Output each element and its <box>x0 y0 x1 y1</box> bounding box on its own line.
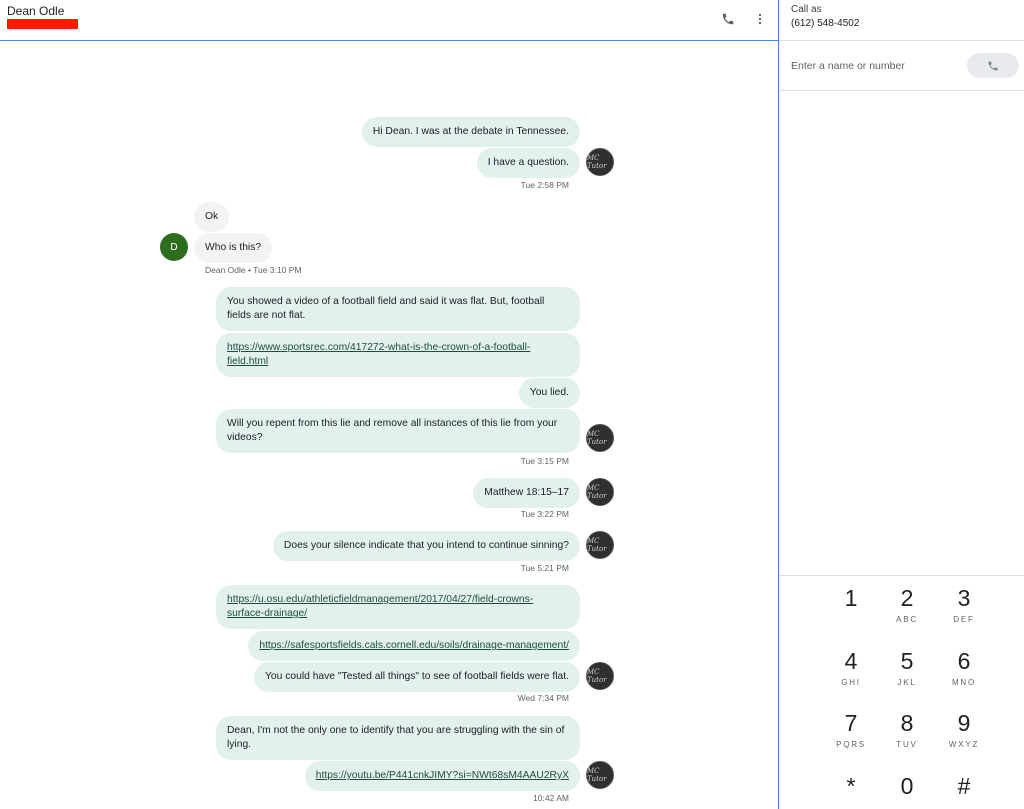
key-letters: JKL <box>897 678 917 687</box>
message-timestamp: Dean Odle • Tue 3:10 PM <box>205 265 302 275</box>
message-bubble[interactable]: You lied. <box>518 378 580 408</box>
message-bubble[interactable]: Dean, I'm not the only one to identify t… <box>216 716 580 760</box>
dialpad-key-hash[interactable]: # <box>934 773 994 809</box>
message-link-bubble[interactable]: https://safesportsfields.cals.cornell.ed… <box>248 631 580 661</box>
message-timestamp: Tue 5:21 PM <box>520 563 569 573</box>
key-digit: * <box>846 773 856 799</box>
contact-name: Dean Odle <box>7 4 65 18</box>
divider <box>779 90 1024 91</box>
message-text: Hi Dean. I was at the debate in Tennesse… <box>372 126 569 137</box>
message-timestamp: Tue 3:15 PM <box>520 456 569 466</box>
self-avatar: MC Tutor <box>586 478 614 506</box>
key-letters: PQRS <box>836 740 866 749</box>
self-avatar: MC Tutor <box>586 531 614 559</box>
phone-icon[interactable] <box>718 9 738 29</box>
message-bubble[interactable]: You could have "Tested all things" to se… <box>253 662 580 692</box>
key-digit: 7 <box>844 710 858 736</box>
key-letters: TUV <box>896 740 918 749</box>
dialpad-key-7[interactable]: 7 PQRS <box>821 710 881 766</box>
dialpad-key-6[interactable]: 6 MNO <box>934 648 994 704</box>
call-as-label: Call as <box>791 4 822 15</box>
key-digit: 3 <box>957 585 971 611</box>
message-bubble-incoming[interactable]: Who is this? <box>194 233 273 263</box>
divider <box>779 40 1024 41</box>
message-text: Dean, I'm not the only one to identify t… <box>227 725 565 750</box>
messages-app: Dean Odle Hi Dean. I was at the debate i… <box>0 0 1024 809</box>
key-digit: 9 <box>957 710 971 736</box>
key-letters: GHI <box>841 678 861 687</box>
phone-icon <box>988 61 998 70</box>
dialpad-key-0[interactable]: 0 <box>877 773 937 809</box>
message-timestamp: 10:42 AM <box>533 793 569 803</box>
message-link[interactable]: https://www.sportsrec.com/417272-what-is… <box>227 342 530 367</box>
dialpad-key-5[interactable]: 5 JKL <box>877 648 937 704</box>
message-text: Ok <box>205 211 219 222</box>
call-as-number[interactable]: (612) 548-4502 <box>791 18 859 29</box>
conversation-header: Dean Odle <box>0 0 778 41</box>
key-digit: 8 <box>900 710 914 736</box>
message-timestamp: Wed 7:34 PM <box>517 693 569 703</box>
message-bubble[interactable]: Matthew 18:15–17 <box>473 478 580 508</box>
message-text: Does your silence indicate that you inte… <box>283 540 569 551</box>
dial-input[interactable] <box>791 58 961 74</box>
contact-avatar: D <box>160 233 188 261</box>
key-digit: 5 <box>900 648 914 674</box>
key-letters: ABC <box>896 615 918 624</box>
message-timestamp: Tue 2:58 PM <box>520 180 569 190</box>
message-text: You could have "Tested all things" to se… <box>264 671 569 682</box>
key-letters: MNO <box>951 678 977 687</box>
key-digit: # <box>957 773 971 799</box>
message-link-bubble[interactable]: https://www.sportsrec.com/417272-what-is… <box>216 333 580 377</box>
message-timestamp: Tue 3:22 PM <box>520 509 569 519</box>
self-avatar: MC Tutor <box>586 761 614 789</box>
message-text: Will you repent from this lie and remove… <box>227 418 558 443</box>
message-text: I have a question. <box>487 157 569 168</box>
dialpad-key-star[interactable]: * <box>821 773 881 809</box>
message-link-bubble[interactable]: https://youtu.be/P441cnkJIMY?si=NWt68sM4… <box>304 761 580 791</box>
message-link[interactable]: https://safesportsfields.cals.cornell.ed… <box>259 640 569 651</box>
dialpad-key-1[interactable]: 1 <box>821 585 881 641</box>
key-digit: 0 <box>900 773 914 799</box>
dialpad-key-2[interactable]: 2 ABC <box>877 585 937 641</box>
message-bubble-incoming[interactable]: Ok <box>194 202 230 232</box>
message-text: You lied. <box>529 387 569 398</box>
self-avatar: MC Tutor <box>586 662 614 690</box>
redaction-bar <box>7 19 78 29</box>
message-link[interactable]: https://youtu.be/P441cnkJIMY?si=NWt68sM4… <box>316 770 569 781</box>
message-link[interactable]: https://u.osu.edu/athleticfieldmanagemen… <box>227 594 533 619</box>
key-letters: DEF <box>953 615 975 624</box>
message-text: Who is this? <box>205 242 262 253</box>
key-digit: 4 <box>844 648 858 674</box>
message-bubble[interactable]: You showed a video of a football field a… <box>216 287 580 331</box>
dial-call-button[interactable] <box>967 53 1019 78</box>
message-thread: Hi Dean. I was at the debate in Tennesse… <box>0 41 778 809</box>
key-digit: 1 <box>844 585 858 611</box>
message-bubble[interactable]: Does your silence indicate that you inte… <box>272 531 580 561</box>
message-text: You showed a video of a football field a… <box>227 296 545 321</box>
message-bubble[interactable]: Hi Dean. I was at the debate in Tennesse… <box>361 117 580 147</box>
message-bubble[interactable]: I have a question. <box>476 148 580 178</box>
message-link-bubble[interactable]: https://u.osu.edu/athleticfieldmanagemen… <box>216 585 580 629</box>
dialpad-key-8[interactable]: 8 TUV <box>877 710 937 766</box>
dialpad-key-9[interactable]: 9 WXYZ <box>934 710 994 766</box>
dialpad-key-3[interactable]: 3 DEF <box>934 585 994 641</box>
more-options-icon[interactable] <box>750 9 770 29</box>
message-bubble[interactable]: Will you repent from this lie and remove… <box>216 409 580 453</box>
divider <box>779 575 1024 576</box>
self-avatar: MC Tutor <box>586 424 614 452</box>
dialpad-key-4[interactable]: 4 GHI <box>821 648 881 704</box>
key-digit: 2 <box>900 585 914 611</box>
dialer-panel: Call as (612) 548-4502 1 2ABC 3DEF 4GHI … <box>778 0 1024 809</box>
key-letters: WXYZ <box>948 740 980 749</box>
message-text: Matthew 18:15–17 <box>484 487 569 498</box>
self-avatar: MC Tutor <box>586 148 614 176</box>
key-digit: 6 <box>957 648 971 674</box>
